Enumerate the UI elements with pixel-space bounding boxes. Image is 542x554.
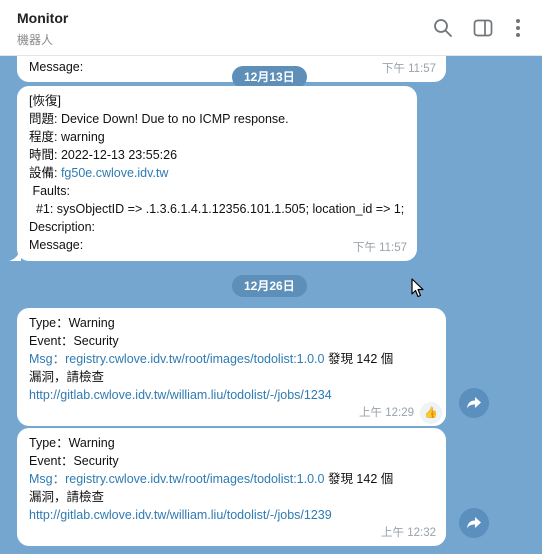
share-icon[interactable] bbox=[459, 508, 489, 538]
message-text: Event：Security bbox=[29, 454, 119, 468]
message-text: Msg：registry.cwlove.idv.tw/root/images/t… bbox=[29, 350, 434, 368]
share-icon[interactable] bbox=[459, 388, 489, 418]
job-link[interactable]: http://gitlab.cwlove.idv.tw/william.liu/… bbox=[29, 386, 434, 404]
date-separator: 12月26日 bbox=[232, 275, 307, 297]
message-bubble[interactable]: Type：Warning Event：Security Msg：registry… bbox=[17, 428, 446, 546]
registry-link[interactable]: Msg：registry.cwlove.idv.tw/root/images/t… bbox=[29, 472, 324, 486]
more-options-icon[interactable] bbox=[506, 16, 530, 40]
message-text: 漏洞，請檢查 bbox=[29, 370, 105, 384]
message-time: 上午 12:29 bbox=[359, 407, 414, 419]
date-separator: 12月13日 bbox=[232, 66, 307, 88]
message-text: Type：Warning bbox=[29, 316, 115, 330]
message-text: 設備: fg50e.cwlove.idv.tw bbox=[29, 164, 405, 182]
registry-link[interactable]: Msg：registry.cwlove.idv.tw/root/images/t… bbox=[29, 352, 324, 366]
sidebar-toggle-icon[interactable] bbox=[471, 16, 495, 40]
message-text: Type：Warning bbox=[29, 436, 115, 450]
message-text: [恢復] bbox=[29, 94, 61, 108]
device-link[interactable]: fg50e.cwlove.idv.tw bbox=[61, 166, 168, 180]
job-link[interactable]: http://gitlab.cwlove.idv.tw/william.liu/… bbox=[29, 506, 434, 524]
thumbs-up-reaction[interactable]: 👍 bbox=[420, 402, 442, 424]
message-text: Msg：registry.cwlove.idv.tw/root/images/t… bbox=[29, 470, 434, 488]
message-list[interactable]: Message: 下午 11:57 12月13日 [恢復] 問題: Device… bbox=[0, 56, 542, 554]
message-text: 漏洞，請檢查 bbox=[29, 490, 105, 504]
message-text: 時間: 2022-12-13 23:55:26 bbox=[29, 148, 178, 162]
message-text: 問題: Device Down! Due to no ICMP response… bbox=[29, 112, 289, 126]
message-text: Description: bbox=[29, 220, 95, 234]
message-text: #1: sysObjectID => .1.3.6.1.4.1.12356.10… bbox=[29, 202, 405, 216]
chat-header: Monitor 機器人 bbox=[0, 0, 542, 56]
message-text: Message: bbox=[29, 60, 84, 74]
message-text: 發現 142 個 bbox=[324, 472, 394, 486]
message-text: 程度: warning bbox=[29, 130, 105, 144]
message-text: Faults: bbox=[29, 184, 70, 198]
message-bubble[interactable]: Type：Warning Event：Security Msg：registry… bbox=[17, 308, 446, 426]
message-time: 上午 12:32 bbox=[381, 527, 436, 539]
device-label: 設備: bbox=[29, 166, 61, 180]
chat-title[interactable]: Monitor bbox=[17, 10, 68, 26]
message-time: 下午 11:57 bbox=[352, 242, 407, 254]
message-bubble[interactable]: [恢復] 問題: Device Down! Due to no ICMP res… bbox=[17, 86, 417, 261]
search-icon[interactable] bbox=[431, 16, 455, 40]
message-text: 發現 142 個 bbox=[324, 352, 394, 366]
message-text: Event：Security bbox=[29, 334, 119, 348]
chat-subtitle: 機器人 bbox=[17, 33, 54, 47]
message-text: Message: bbox=[29, 238, 84, 252]
message-time: 下午 11:57 bbox=[381, 63, 436, 75]
bubble-tail bbox=[9, 249, 21, 261]
mouse-cursor-icon bbox=[411, 278, 424, 298]
